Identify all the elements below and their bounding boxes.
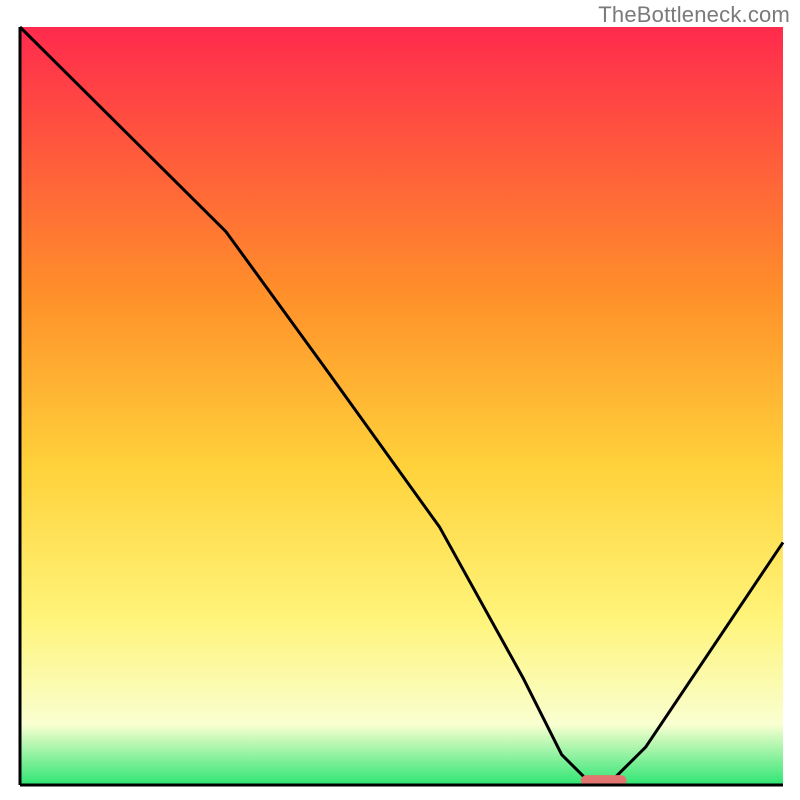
chart-stage: TheBottleneck.com (0, 0, 800, 800)
bottleneck-chart (0, 0, 800, 800)
